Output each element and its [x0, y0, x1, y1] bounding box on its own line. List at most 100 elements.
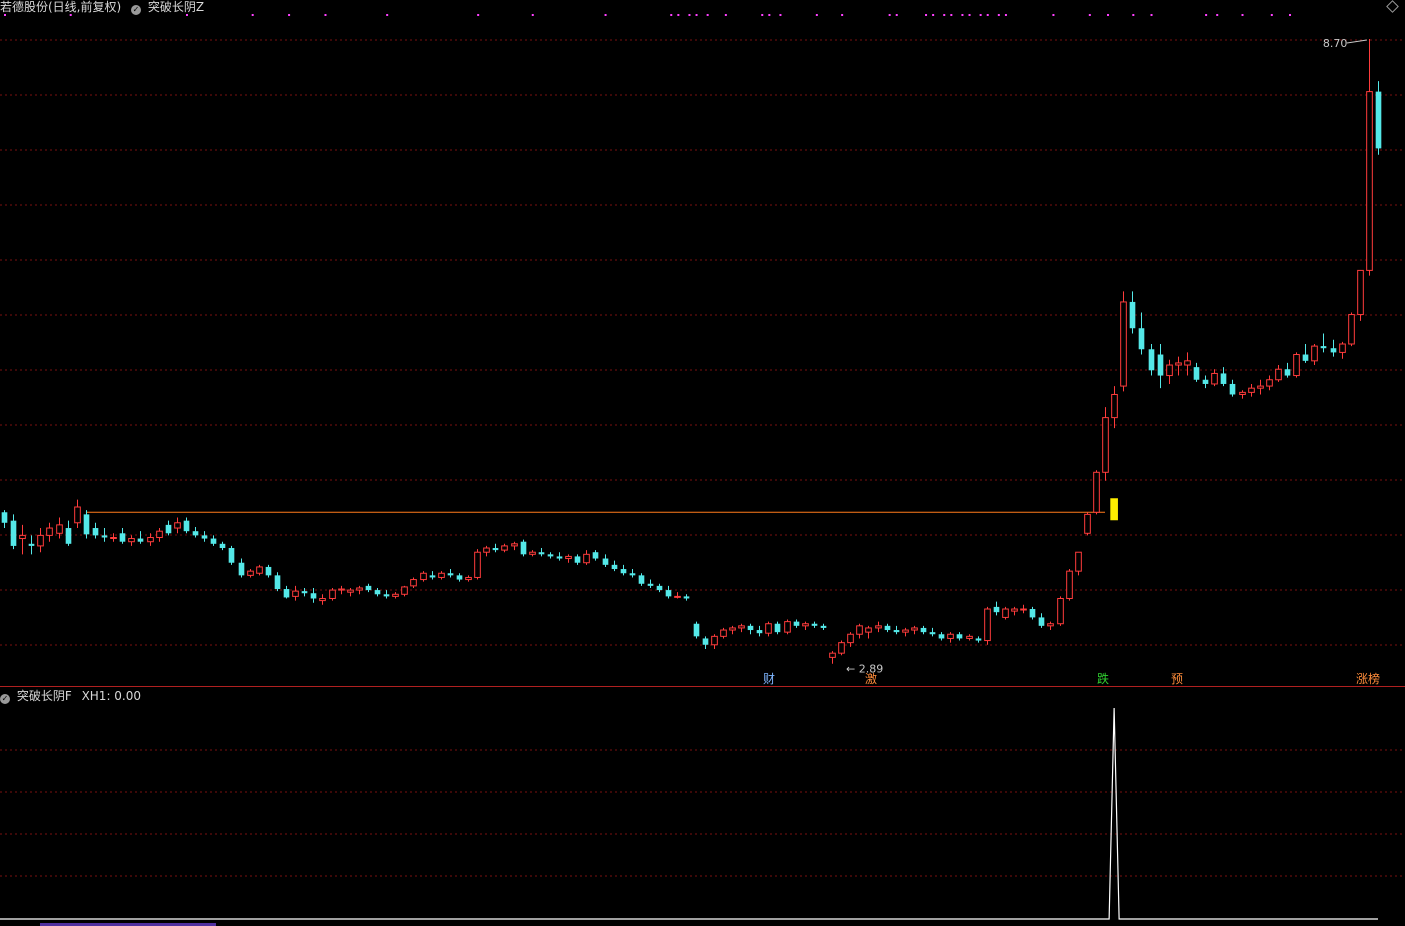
candle-body — [729, 627, 736, 631]
xh1-series-line — [0, 707, 1378, 920]
candle-body — [474, 551, 481, 578]
candle-body — [975, 638, 982, 641]
candle-body — [137, 538, 144, 542]
candle-body — [656, 585, 663, 591]
candle-body — [1311, 345, 1318, 362]
signal-dot — [979, 14, 982, 16]
indicator-name[interactable]: 突破长阴Z — [148, 0, 204, 14]
event-marker[interactable]: 预 — [1171, 672, 1183, 686]
signal-dot — [386, 14, 389, 16]
candle-body — [310, 593, 317, 599]
candle-body — [201, 535, 208, 539]
candle-body — [1102, 417, 1109, 473]
candle-body — [19, 534, 26, 540]
candle-body — [693, 623, 700, 637]
candle-body — [711, 635, 718, 646]
candle-body — [1257, 385, 1264, 389]
signal-dot — [288, 14, 291, 16]
candle-body — [83, 514, 90, 535]
event-marker[interactable]: 激 — [865, 672, 877, 686]
event-marker[interactable]: 跌 — [1097, 672, 1109, 686]
candle-body — [283, 589, 290, 598]
signal-dot — [1205, 14, 1208, 16]
signal-dot — [925, 14, 928, 16]
indicator-chart[interactable] — [0, 688, 1405, 926]
candle-body — [774, 623, 781, 633]
signal-dot — [1289, 14, 1292, 16]
signal-dot — [1004, 14, 1007, 16]
candle-body — [356, 587, 363, 591]
candle-body — [1029, 609, 1036, 618]
candle-body — [1184, 360, 1191, 366]
signal-dot — [950, 14, 953, 16]
candle-body — [65, 528, 72, 544]
signal-dot — [761, 14, 764, 16]
candle-body — [1120, 301, 1127, 387]
candle-body — [401, 586, 408, 595]
candle-body — [947, 633, 954, 639]
candle-body — [1057, 597, 1064, 625]
candle-body — [856, 625, 863, 635]
event-marker[interactable]: 财 — [763, 672, 775, 686]
candle-body — [438, 572, 445, 578]
candle-body — [228, 548, 235, 563]
candle-body — [1248, 387, 1255, 393]
candlestick-chart[interactable]: 8.70← 2.89 — [0, 0, 1405, 687]
candle-body — [592, 552, 599, 559]
indicator-header: ✓ 突破长阴F XH1: 0.00 — [0, 689, 141, 704]
candle-body — [838, 642, 845, 654]
candle-body — [37, 534, 44, 547]
indicator-panel[interactable] — [0, 688, 1405, 926]
candle-body — [147, 536, 154, 543]
check-circle-icon[interactable]: ✓ — [131, 5, 142, 15]
candle-body — [674, 595, 681, 598]
candle-body — [492, 548, 499, 551]
candle-body — [520, 541, 527, 555]
candle-body — [902, 629, 909, 633]
candle-body — [501, 545, 508, 551]
candle-body — [392, 593, 399, 597]
signal-dot — [943, 14, 946, 16]
candle-body — [292, 590, 299, 597]
candle-body — [1193, 367, 1200, 380]
event-marker[interactable]: 涨榜 — [1356, 672, 1380, 686]
candle-body — [747, 625, 754, 631]
candle-body — [374, 590, 381, 595]
stock-title[interactable]: 若德股份(日线,前复权) — [0, 0, 121, 14]
candle-body — [1220, 373, 1227, 384]
candle-body — [1284, 369, 1291, 376]
signal-dot — [724, 14, 727, 16]
candle-body — [574, 556, 581, 563]
candle-body — [1275, 368, 1282, 381]
candle-body — [565, 555, 572, 560]
signal-dot — [968, 14, 971, 16]
candle-body — [993, 606, 1000, 613]
price-chart-panel[interactable]: 8.70 ← 2.89 — [0, 0, 1405, 687]
candle-body — [1266, 379, 1273, 387]
signal-dot — [986, 14, 989, 16]
candle-body — [665, 590, 672, 597]
candle-body — [410, 579, 417, 587]
candle-body — [338, 588, 345, 591]
candle-body — [329, 589, 336, 599]
candle-body — [256, 566, 263, 574]
candle-body — [156, 530, 163, 538]
signal-dot — [251, 14, 254, 16]
candle-body — [1202, 379, 1209, 384]
candle-body — [56, 524, 63, 534]
candle-body — [966, 635, 973, 639]
candle-body — [529, 551, 536, 555]
candle-body — [620, 569, 627, 574]
candle-body — [192, 531, 199, 536]
candle-body — [720, 629, 727, 637]
candle-body — [1, 512, 8, 523]
candle-body — [956, 634, 963, 639]
sub-indicator-name[interactable]: 突破长阴F — [17, 689, 72, 703]
candle-body — [802, 623, 809, 627]
candle-body — [1129, 301, 1136, 329]
candle-body — [1093, 471, 1100, 513]
candle-body — [875, 625, 882, 629]
candle-body — [765, 623, 772, 634]
candle-body — [1375, 91, 1382, 149]
check-circle-icon[interactable]: ✓ — [0, 694, 10, 704]
